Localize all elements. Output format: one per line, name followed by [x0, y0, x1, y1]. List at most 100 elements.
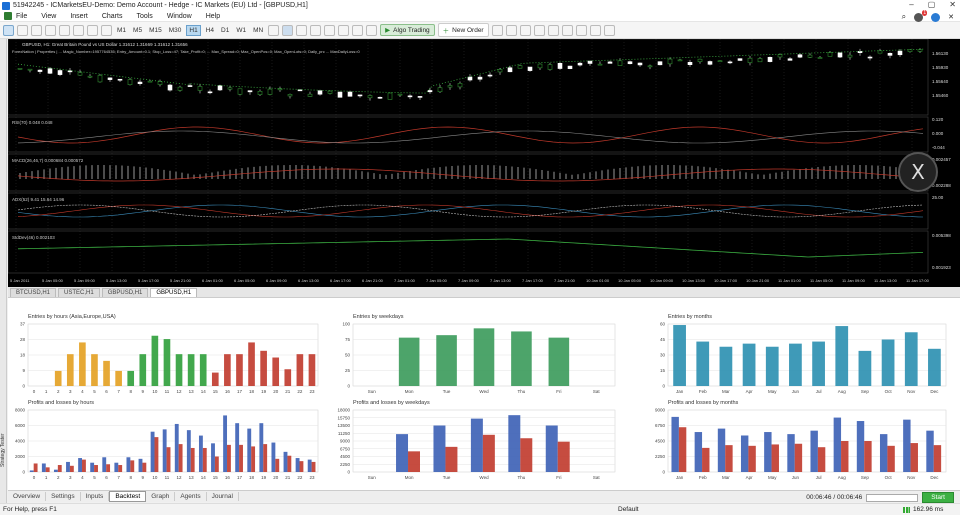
chart-tab-btcusd[interactable]: BTCUSD,H1 — [10, 288, 57, 297]
x-tick-label: Sep — [861, 389, 870, 394]
time-label: 6 Jan 17:00 — [330, 278, 352, 283]
menu-insert[interactable]: Insert — [70, 13, 88, 20]
menu-close-button[interactable]: ✕ — [948, 13, 954, 21]
horizontal-line-icon[interactable] — [45, 24, 56, 36]
user-icon[interactable] — [931, 12, 941, 22]
vertical-line-icon[interactable] — [31, 24, 42, 36]
tab-journal[interactable]: Journal — [207, 492, 239, 501]
menu-file[interactable]: File — [16, 13, 27, 20]
candle-body — [577, 62, 583, 66]
chart-tab-gbpusd[interactable]: GBPUSD,H1 — [101, 288, 149, 297]
profile-name[interactable]: Default — [618, 506, 639, 513]
x-tick-label: 6 — [105, 475, 108, 480]
tab-backtest[interactable]: Backtest — [109, 491, 147, 502]
x-tick-label: Fri — [556, 475, 561, 480]
zoom-in-icon[interactable] — [533, 24, 545, 36]
market-icon[interactable] — [366, 24, 378, 36]
stddev-scale-label: 0.001923 — [932, 265, 951, 270]
line-chart-icon[interactable] — [268, 24, 280, 36]
time-label: 5 Jan 2011 — [10, 278, 30, 283]
x-tick-label: 17 — [237, 475, 243, 480]
price-chart-area[interactable]: GBPUSD, H1: Great Britain Pound vs US Do… — [7, 38, 960, 287]
bar-3-1-10 — [154, 437, 159, 472]
menu-window[interactable]: Window — [167, 13, 192, 20]
properties-icon[interactable] — [603, 24, 615, 36]
y-tick-label: 0 — [662, 384, 665, 389]
bar-3-1-15 — [214, 456, 219, 472]
x-tick-label: 1 — [45, 389, 48, 394]
depth-icon[interactable] — [491, 24, 503, 36]
tf-m30[interactable]: M30 — [167, 26, 184, 35]
stddev-scale-label: 0.005398 — [932, 233, 951, 238]
stddev-label: StdDev(46) 0.002103 — [12, 235, 55, 240]
color-scheme-icon[interactable] — [282, 24, 294, 36]
close-button[interactable]: ✕ — [949, 0, 956, 9]
time-label: 11 Jan 05:00 — [810, 278, 834, 283]
start-button[interactable]: Start — [922, 492, 954, 503]
crosshair-icon[interactable] — [17, 24, 28, 36]
bar-3-0-20 — [271, 442, 276, 472]
trendline-icon[interactable] — [59, 24, 70, 36]
chart-tab-ustec[interactable]: USTEC,H1 — [58, 288, 100, 297]
candle-body — [647, 65, 653, 68]
new-order-button[interactable]: ＋ New Order — [437, 23, 489, 37]
y-tick-label: 2250 — [340, 462, 351, 467]
shapes-icon[interactable] — [101, 24, 112, 36]
indicators-icon[interactable] — [310, 24, 322, 36]
signal-icon — [903, 507, 910, 513]
template-icon[interactable] — [296, 24, 308, 36]
menu-charts[interactable]: Charts — [102, 13, 123, 20]
zoom-out-icon[interactable] — [547, 24, 559, 36]
tf-h1[interactable]: H1 — [186, 24, 201, 36]
x-tick-label: 6 — [105, 389, 108, 394]
history-icon[interactable] — [338, 24, 350, 36]
menu-view[interactable]: View — [41, 13, 56, 20]
tf-m5[interactable]: M5 — [131, 26, 144, 35]
x-tick-label: 15 — [213, 389, 219, 394]
candle-body — [57, 70, 63, 75]
channel-icon[interactable] — [73, 24, 84, 36]
screenshot-icon[interactable] — [589, 24, 601, 36]
bar-2-0-7 — [835, 326, 849, 386]
bar-3-0-0 — [29, 470, 34, 472]
candle-body — [837, 52, 843, 58]
signals-icon[interactable] — [352, 24, 364, 36]
candle-body — [377, 96, 383, 99]
tf-d1[interactable]: D1 — [219, 26, 231, 35]
tab-agents[interactable]: Agents — [175, 492, 207, 501]
algo-trading-button[interactable]: ▶ Algo Trading — [380, 24, 435, 36]
arrows-icon[interactable] — [505, 24, 517, 36]
x-tick-label: Mon — [405, 475, 414, 480]
cursor-icon[interactable] — [3, 24, 14, 36]
search-icon[interactable]: ⌕ — [902, 12, 906, 22]
x-tick-label: 12 — [177, 389, 183, 394]
minimize-button[interactable]: – — [909, 0, 913, 9]
bar-0-0-14 — [199, 354, 207, 386]
tf-m15[interactable]: M15 — [147, 26, 164, 35]
tf-h4[interactable]: H4 — [204, 26, 216, 35]
notification-icon[interactable]: 1 — [914, 9, 928, 22]
chart-tab-gbpusd-active[interactable]: GBPUSD,H1 — [150, 288, 198, 297]
tab-overview[interactable]: Overview — [8, 492, 47, 501]
maximize-button[interactable]: ▢ — [928, 0, 936, 9]
tab-inputs[interactable]: Inputs — [81, 492, 110, 501]
tf-m1[interactable]: M1 — [115, 26, 128, 35]
tester-tabs: Overview Settings Inputs Backtest Graph … — [8, 490, 960, 503]
candle-body — [417, 96, 423, 98]
objects-icon[interactable] — [324, 24, 336, 36]
tab-graph[interactable]: Graph — [146, 492, 176, 501]
text-icon[interactable] — [87, 24, 98, 36]
grid-icon[interactable] — [561, 24, 573, 36]
y-tick-label: 11250 — [338, 431, 351, 436]
bar-0-0-19 — [260, 350, 267, 386]
time-label: 11 Jan 17:00 — [906, 278, 930, 283]
autoscroll-icon[interactable] — [519, 24, 531, 36]
bar-3-0-1 — [41, 463, 46, 472]
menu-help[interactable]: Help — [206, 13, 220, 20]
chart-shift-icon[interactable] — [575, 24, 587, 36]
menu-tools[interactable]: Tools — [136, 13, 152, 20]
tf-w1[interactable]: W1 — [234, 26, 248, 35]
tf-mn[interactable]: MN — [251, 26, 265, 35]
tab-settings[interactable]: Settings — [46, 492, 81, 501]
floating-x-button[interactable]: X — [898, 152, 938, 192]
